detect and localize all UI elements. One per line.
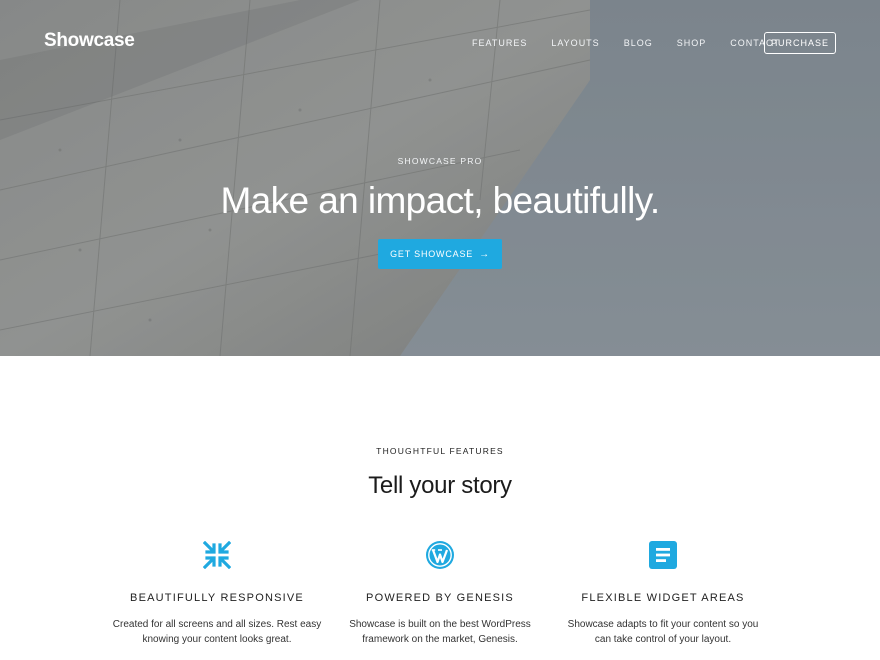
- main-nav: FEATURES LAYOUTS BLOG SHOP CONTACT: [472, 38, 804, 48]
- feature-desc-line: Showcase adapts to fit your content so y…: [567, 619, 759, 630]
- feature-desc-line: knowing your content looks great.: [142, 634, 292, 645]
- nav-item-layouts[interactable]: LAYOUTS: [551, 38, 599, 48]
- feature-desc-line: Created for all screens and all sizes. R…: [112, 619, 322, 630]
- hero-eyebrow: SHOWCASE PRO: [397, 156, 483, 166]
- feature-name: FLEXIBLE WIDGET AREAS: [581, 592, 745, 604]
- get-showcase-button[interactable]: GET SHOWCASE →: [378, 239, 502, 269]
- feature-desc-line: can take control of your layout.: [594, 634, 732, 645]
- nav-item-shop[interactable]: SHOP: [677, 38, 707, 48]
- feature-desc-line: Showcase is built on the best WordPress: [349, 619, 531, 630]
- document-icon: [558, 540, 768, 570]
- purchase-button[interactable]: PURCHASE: [764, 32, 836, 54]
- feature-name: POWERED BY GENESIS: [366, 592, 514, 604]
- features-title: Tell your story: [368, 472, 512, 499]
- compress-arrows-icon: [112, 540, 322, 570]
- hero-section: Showcase FEATURES LAYOUTS BLOG SHOP CONT…: [0, 0, 880, 356]
- feature-desc-line: framework on the market, Genesis.: [362, 634, 518, 645]
- cta-label: GET SHOWCASE: [390, 249, 474, 259]
- nav-item-features[interactable]: FEATURES: [472, 38, 527, 48]
- hero-content: SHOWCASE PRO Make an impact, beautifully…: [0, 156, 880, 269]
- nav-item-blog[interactable]: BLOG: [624, 38, 653, 48]
- arrow-right-icon: →: [479, 248, 490, 260]
- site-header: Showcase FEATURES LAYOUTS BLOG SHOP CONT…: [0, 0, 880, 86]
- feature-name: BEAUTIFULLY RESPONSIVE: [130, 592, 304, 604]
- feature-responsive: BEAUTIFULLY RESPONSIVE Created for all s…: [112, 540, 322, 647]
- feature-description: Showcase adapts to fit your content so y…: [558, 617, 768, 647]
- feature-description: Showcase is built on the best WordPress …: [335, 617, 545, 647]
- site-logo[interactable]: Showcase: [44, 30, 135, 52]
- feature-genesis: POWERED BY GENESIS Showcase is built on …: [335, 540, 545, 647]
- hero-title: Make an impact, beautifully.: [220, 180, 660, 221]
- wordpress-icon: [335, 540, 545, 570]
- feature-widget-areas: FLEXIBLE WIDGET AREAS Showcase adapts to…: [558, 540, 768, 647]
- feature-description: Created for all screens and all sizes. R…: [112, 617, 322, 647]
- features-section: THOUGHTFUL FEATURES Tell your story BEAU…: [0, 356, 880, 660]
- features-eyebrow: THOUGHTFUL FEATURES: [376, 446, 504, 456]
